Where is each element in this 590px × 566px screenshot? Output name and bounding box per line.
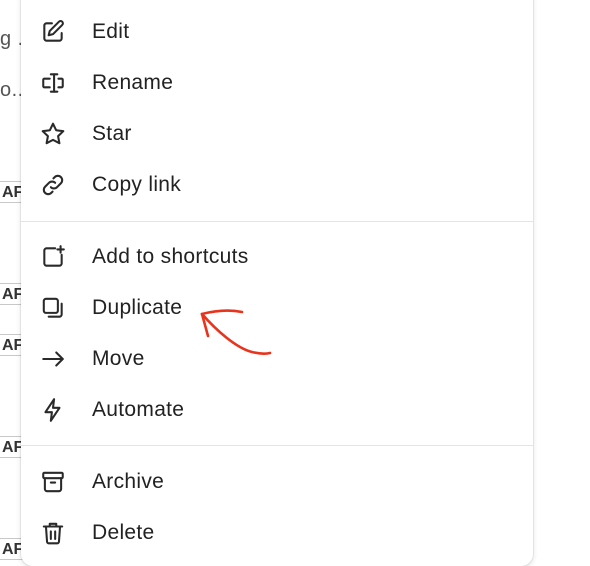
menu-item-label: Edit — [92, 19, 130, 43]
menu-item-label: Add to shortcuts — [92, 244, 249, 268]
menu-divider — [21, 221, 533, 222]
menu-item-star[interactable]: Star — [21, 108, 533, 159]
menu-divider — [21, 445, 533, 446]
menu-item-duplicate[interactable]: Duplicate — [21, 282, 533, 333]
menu-item-label: Duplicate — [92, 295, 183, 319]
archive-icon — [39, 468, 67, 496]
menu-item-label: Delete — [92, 520, 155, 544]
add-shortcut-icon — [39, 243, 67, 271]
duplicate-icon — [39, 294, 67, 322]
menu-item-label: Archive — [92, 469, 165, 493]
menu-item-delete[interactable]: Delete — [21, 507, 533, 558]
star-icon — [39, 120, 67, 148]
menu-item-label: Rename — [92, 70, 174, 94]
link-icon — [39, 171, 67, 199]
menu-item-move[interactable]: Move — [21, 333, 533, 384]
lightning-icon — [39, 396, 67, 424]
menu-item-automate[interactable]: Automate — [21, 384, 533, 435]
menu-item-archive[interactable]: Archive — [21, 456, 533, 507]
menu-item-add-to-shortcuts[interactable]: Add to shortcuts — [21, 231, 533, 282]
menu-item-label: Copy link — [92, 172, 182, 196]
context-menu: Edit Rename Star Copy link Add to shortc… — [21, 0, 533, 566]
menu-item-copy-link[interactable]: Copy link — [21, 159, 533, 210]
arrow-right-icon — [39, 345, 67, 373]
menu-item-edit[interactable]: Edit — [21, 6, 533, 57]
edit-icon — [39, 18, 67, 46]
menu-item-label: Automate — [92, 397, 185, 421]
menu-item-rename[interactable]: Rename — [21, 57, 533, 108]
menu-item-label: Star — [92, 121, 132, 145]
menu-item-label: Move — [92, 346, 145, 370]
trash-icon — [39, 519, 67, 547]
rename-icon — [39, 69, 67, 97]
